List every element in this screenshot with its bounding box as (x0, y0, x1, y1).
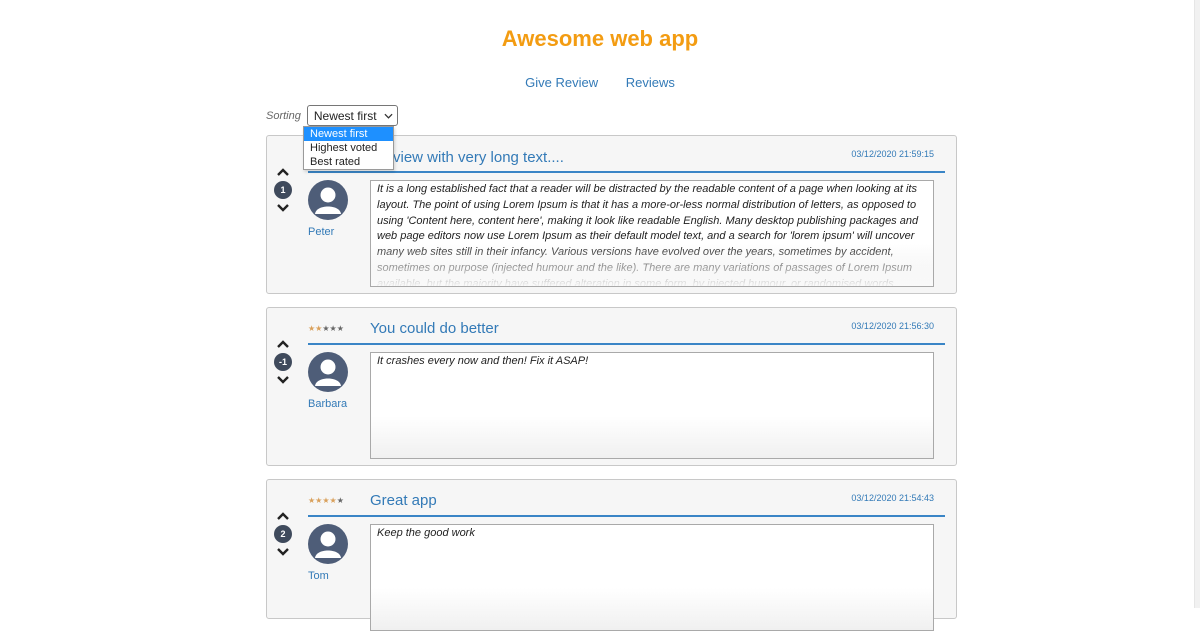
star-empty-icon: ★ (336, 324, 344, 333)
sorting-dropdown: Newest first Highest voted Best rated (303, 126, 394, 170)
review-date: 03/12/2020 21:56:30 (851, 321, 934, 331)
review-title: You could do better (370, 320, 499, 337)
review-body-text: Keep the good work (377, 527, 475, 539)
title-divider (308, 171, 945, 173)
main-nav: Give Review Reviews (0, 75, 1200, 90)
review-body-text: It crashes every now and then! Fix it AS… (377, 355, 589, 367)
sorting-select[interactable]: Newest first (306, 105, 398, 126)
review-username: Tom (308, 570, 329, 582)
chevron-down-icon (384, 113, 393, 119)
chevron-down-icon[interactable] (276, 375, 290, 385)
vote-count-badge: 2 (274, 525, 292, 543)
sorting-selected-value: Newest first (313, 108, 377, 123)
star-filled-icon: ★ (329, 496, 337, 505)
review-card: -1 ★★★★★ You could do better 03/12/2020 … (266, 307, 957, 466)
review-username: Peter (308, 226, 335, 238)
star-rating: ★★★★★ (308, 496, 344, 505)
sorting-option-best-rated[interactable]: Best rated (304, 155, 393, 169)
review-card: 2 ★★★★★ Great app 03/12/2020 21:54:43 To… (266, 479, 957, 631)
review-username: Barbara (308, 398, 348, 410)
sorting-option-highest-voted[interactable]: Highest voted (304, 141, 393, 155)
star-rating: ★★★★★ (308, 324, 344, 333)
chevron-down-icon[interactable] (276, 547, 290, 557)
star-empty-icon: ★ (322, 324, 330, 333)
vote-count-badge: -1 (274, 353, 292, 371)
user-avatar-icon (308, 352, 348, 392)
sorting-option-newest[interactable]: Newest first (304, 127, 393, 141)
review-title: Great app (370, 492, 437, 509)
vote-widget: -1 (274, 339, 292, 385)
star-empty-icon: ★ (329, 324, 337, 333)
chevron-up-icon[interactable] (276, 339, 290, 349)
review-body: Keep the good work (370, 524, 934, 631)
title-divider (308, 343, 945, 345)
chevron-down-icon[interactable] (276, 203, 290, 213)
review-title: view with very long text.... (393, 149, 564, 166)
review-date: 03/12/2020 21:59:15 (851, 149, 934, 159)
user-avatar-icon (308, 524, 348, 564)
vote-widget: 2 (274, 511, 292, 557)
star-filled-icon: ★ (322, 496, 330, 505)
review-body: It is a long established fact that a rea… (370, 180, 934, 287)
chevron-up-icon[interactable] (276, 167, 290, 177)
title-divider (308, 515, 945, 517)
vote-widget: 1 (274, 167, 292, 213)
review-body: It crashes every now and then! Fix it AS… (370, 352, 934, 459)
review-body-fade (371, 242, 933, 286)
sorting-label: Sorting (266, 109, 301, 122)
star-empty-icon: ★ (336, 496, 344, 505)
chevron-up-icon[interactable] (276, 511, 290, 521)
nav-reviews-link[interactable]: Reviews (626, 75, 675, 90)
vote-count-badge: 1 (274, 181, 292, 199)
nav-give-review-link[interactable]: Give Review (525, 75, 598, 90)
review-date: 03/12/2020 21:54:43 (851, 493, 934, 503)
page-scrollbar[interactable] (1194, 0, 1200, 608)
user-avatar-icon (308, 180, 348, 220)
app-title: Awesome web app (501, 26, 699, 51)
sorting-control: Sorting Newest first (266, 105, 398, 126)
